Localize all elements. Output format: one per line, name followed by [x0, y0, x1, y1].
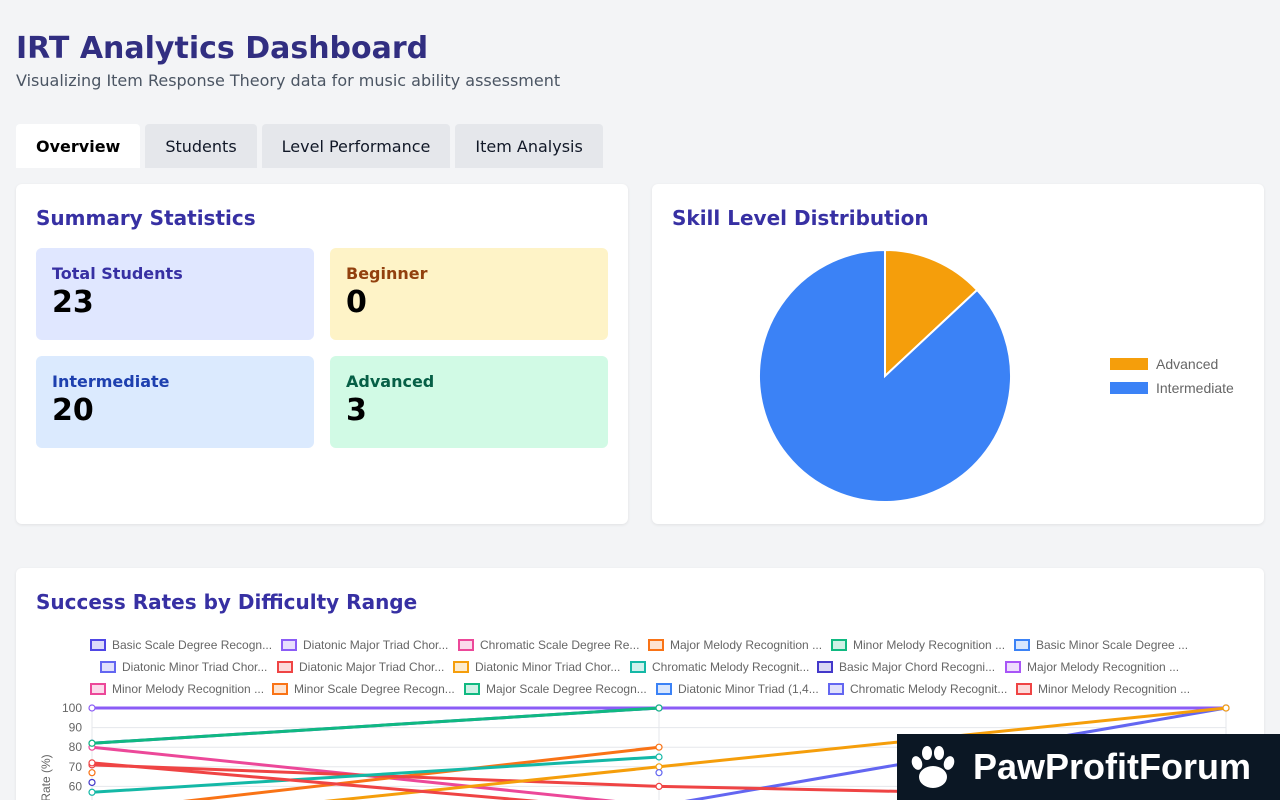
stat-value: 20 [52, 393, 94, 428]
legend-label: Advanced [1156, 356, 1219, 372]
legend-item-advanced[interactable]: Advanced [1110, 356, 1218, 372]
stat-label: Total Students [52, 264, 183, 283]
stat-label: Advanced [346, 372, 435, 391]
y-axis-label: Rate (%) [39, 754, 53, 800]
stat-beginner: Beginner 0 [330, 248, 608, 340]
pie-chart [758, 248, 1012, 503]
tab-item-analysis[interactable]: Item Analysis [455, 124, 603, 168]
watermark-text: PawProfitForum [973, 746, 1252, 787]
legend-item-intermediate[interactable]: Intermediate [1110, 380, 1234, 396]
stat-label: Intermediate [52, 372, 170, 391]
page-subtitle: Visualizing Item Response Theory data fo… [16, 71, 561, 90]
series-point[interactable] [88, 769, 96, 777]
tab-bar: Overview Students Level Performance Item… [16, 124, 603, 168]
stat-value: 0 [346, 285, 367, 320]
y-tick-label: 100 [62, 701, 82, 715]
series-point[interactable] [655, 782, 663, 790]
series-point[interactable] [88, 759, 96, 767]
y-tick-label: 60 [69, 779, 83, 793]
series-point[interactable] [655, 743, 663, 751]
watermark-banner: PawProfitForum [897, 734, 1280, 800]
legend-swatch [1110, 358, 1148, 370]
summary-statistics-card: Summary Statistics Total Students 23 Beg… [16, 184, 628, 524]
stat-advanced: Advanced 3 [330, 356, 608, 448]
series-point[interactable] [1222, 704, 1230, 712]
skill-distribution-card: Skill Level Distribution Advanced Interm… [652, 184, 1264, 524]
summary-statistics-title: Summary Statistics [36, 206, 256, 230]
tab-level-performance[interactable]: Level Performance [261, 124, 451, 168]
stat-total-students: Total Students 23 [36, 248, 314, 340]
y-tick-label: 80 [69, 740, 83, 754]
y-tick-label: 70 [69, 760, 83, 774]
series-point[interactable] [88, 788, 96, 796]
series-line[interactable] [91, 706, 660, 745]
series-point[interactable] [655, 753, 663, 761]
stat-value: 23 [52, 285, 94, 320]
stat-value: 3 [346, 393, 367, 428]
series-point[interactable] [655, 763, 663, 771]
legend-swatch [1110, 382, 1148, 394]
stat-label: Beginner [346, 264, 428, 283]
y-tick-label: 90 [69, 721, 83, 735]
series-point[interactable] [655, 704, 663, 712]
series-point[interactable] [88, 778, 96, 787]
stat-intermediate: Intermediate 20 [36, 356, 314, 448]
dashboard-header: IRT Analytics Dashboard Visualizing Item… [16, 30, 560, 90]
series-point[interactable] [88, 704, 96, 712]
series-point[interactable] [655, 769, 663, 777]
series-point[interactable] [88, 739, 96, 747]
page-title: IRT Analytics Dashboard [16, 31, 429, 66]
tab-students[interactable]: Students [145, 124, 257, 168]
paw-logo-icon [911, 746, 955, 788]
tab-overview[interactable]: Overview [16, 124, 141, 168]
legend-label: Intermediate [1156, 380, 1234, 396]
